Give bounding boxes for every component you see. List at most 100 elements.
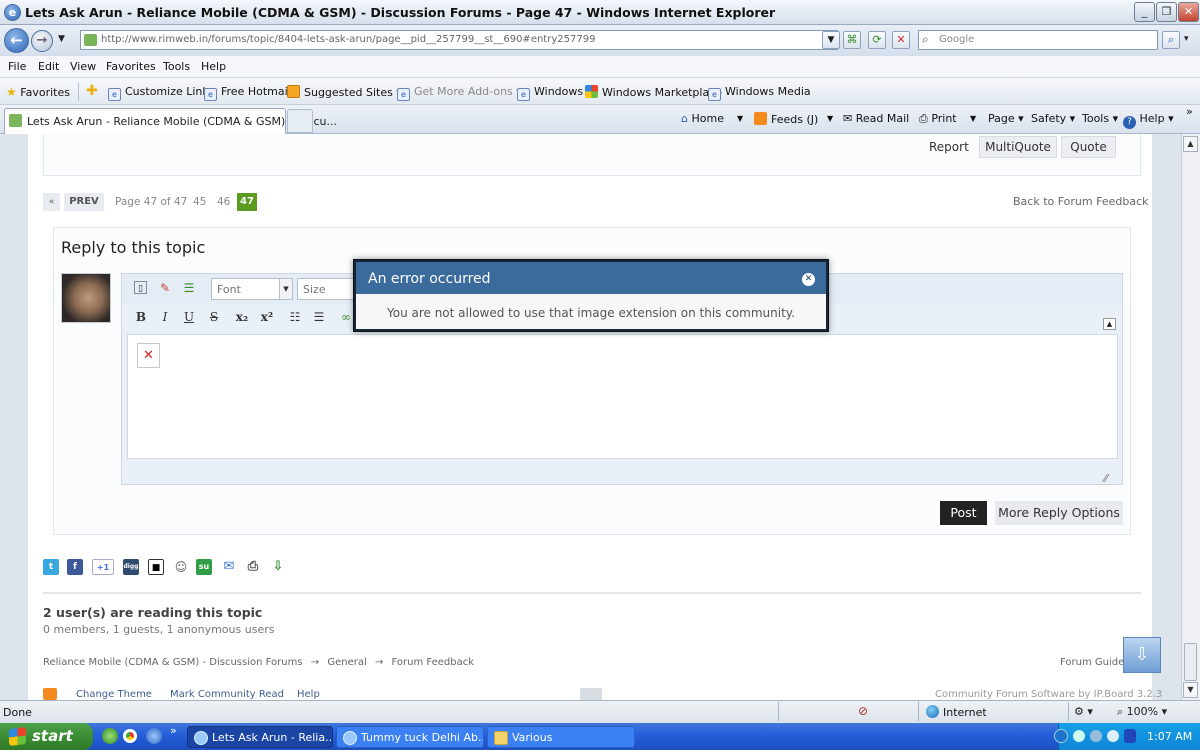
stumbleupon-icon[interactable]: su <box>196 559 212 575</box>
search-input[interactable]: ⌕ Google <box>918 30 1158 50</box>
zoom-level[interactable]: ⌕ 100% ▾ <box>1117 705 1167 719</box>
feeds-dropdown-icon[interactable]: ▼ <box>827 114 833 123</box>
tab-active[interactable]: Lets Ask Arun - Reliance Mobile (CDMA & … <box>4 108 337 134</box>
help-menu-button[interactable]: ? Help ▾ <box>1123 112 1174 129</box>
post-button[interactable]: Post <box>940 501 987 525</box>
fav-windows-media[interactable]: e Windows Media <box>708 85 811 101</box>
history-dropdown-icon[interactable]: ▼ <box>58 34 65 44</box>
resize-handle[interactable]: ⁄⁄ <box>1104 472 1108 485</box>
privacy-icon[interactable]: ⊘ <box>858 704 868 718</box>
breadcrumb-root[interactable]: Reliance Mobile (CDMA & GSM) - Discussio… <box>43 657 303 668</box>
taskbar-item-folder[interactable]: Various <box>487 726 635 748</box>
scrollbar-thumb[interactable] <box>1184 643 1197 681</box>
protected-mode-icon[interactable]: ⚙ ▾ <box>1074 705 1093 718</box>
menu-favorites[interactable]: Favorites <box>106 60 156 73</box>
print-icon[interactable]: ⎙ <box>245 559 261 575</box>
italic-icon[interactable]: I <box>157 309 173 325</box>
home-dropdown-icon[interactable]: ▼ <box>737 114 743 123</box>
taskbar-item-ie[interactable]: Tummy tuck Delhi Ab... <box>336 726 484 748</box>
minimize-button[interactable]: _ <box>1134 2 1155 22</box>
search-icon[interactable]: ⌕ <box>1162 31 1180 49</box>
menu-tools[interactable]: Tools <box>163 60 190 73</box>
vertical-scrollbar[interactable] <box>1181 134 1200 700</box>
page-menu-button[interactable]: Page ▾ <box>988 112 1024 125</box>
back-to-forum-link[interactable]: Back to Forum Feedback <box>1013 195 1149 208</box>
favorites-button[interactable]: ★ Favorites <box>6 85 70 99</box>
underline-icon[interactable]: U <box>181 309 197 325</box>
scroll-down-icon[interactable]: ⇩ <box>1123 637 1161 673</box>
scroll-down-button[interactable]: ▼ <box>1183 682 1198 698</box>
print-dropdown-icon[interactable]: ▼ <box>970 114 976 123</box>
page-link-45[interactable]: 45 <box>193 196 206 208</box>
fav-free-hotmail[interactable]: e Free Hotmail <box>204 85 291 101</box>
refresh-icon[interactable]: ⟳ <box>868 31 886 49</box>
print-button[interactable]: ⎙ Print <box>919 112 957 126</box>
maximize-button[interactable]: ❐ <box>1156 2 1177 22</box>
reply-textarea[interactable] <box>127 334 1118 459</box>
eraser-icon[interactable]: ✎ <box>157 280 173 296</box>
compatibility-icon[interactable]: ⌘ <box>843 31 861 49</box>
page-link-46[interactable]: 46 <box>217 196 230 208</box>
taskbar-item-ie-active[interactable]: Lets Ask Arun - Relia... <box>187 726 333 748</box>
fav-get-addons[interactable]: e Get More Add-ons ▾ <box>397 85 522 101</box>
stop-icon[interactable]: ✕ <box>892 31 910 49</box>
superscript-icon[interactable]: x² <box>259 309 275 325</box>
fav-suggested-sites[interactable]: Suggested Sites ▾ <box>287 85 402 99</box>
delicious-icon[interactable]: ■ <box>148 559 164 575</box>
add-favorite-icon[interactable]: ✚ <box>86 83 98 99</box>
safety-menu-button[interactable]: Safety ▾ <box>1031 112 1075 125</box>
tray-search-icon[interactable] <box>1107 730 1119 742</box>
feeds-button[interactable]: Feeds (J) <box>754 112 818 126</box>
search-options-icon[interactable]: ▾ <box>1184 34 1189 44</box>
address-dropdown-button[interactable]: ▼ <box>822 31 840 49</box>
strikethrough-icon[interactable]: S <box>206 309 222 325</box>
chrome-icon[interactable] <box>123 729 137 743</box>
twitter-icon[interactable]: t <box>43 559 59 575</box>
collapse-toolbar-icon[interactable]: ▲ <box>1103 318 1116 330</box>
help-link[interactable]: Help <box>297 689 320 700</box>
reddit-icon[interactable]: ☺ <box>173 559 189 575</box>
more-reply-options-button[interactable]: More Reply Options <box>995 501 1123 525</box>
source-icon[interactable]: ▯ <box>134 281 147 294</box>
prev-page-button[interactable]: PREV <box>64 193 104 211</box>
close-window-button[interactable]: ✕ <box>1178 2 1199 22</box>
report-link[interactable]: Report <box>929 140 969 154</box>
quicklaunch-icon[interactable] <box>102 728 118 744</box>
numbered-list-icon[interactable]: ☰ <box>311 309 327 325</box>
link-icon[interactable]: ∞ <box>338 309 354 325</box>
new-tab-button[interactable] <box>287 109 313 133</box>
digg-icon[interactable]: digg <box>123 559 139 575</box>
tray-expand-icon[interactable] <box>1054 729 1068 743</box>
bold-icon[interactable]: B <box>133 309 149 325</box>
read-mail-button[interactable]: ✉ Read Mail <box>843 112 909 125</box>
security-zone[interactable]: Internet <box>926 705 987 719</box>
ie-icon[interactable] <box>146 728 162 744</box>
email-icon[interactable]: ✉ <box>221 559 237 575</box>
tools-menu-button[interactable]: Tools ▾ <box>1082 112 1118 125</box>
mark-read-link[interactable]: Mark Community Read <box>170 689 284 700</box>
more-commands-icon[interactable]: » <box>1186 105 1193 118</box>
home-button[interactable]: ⌂ Home <box>681 112 724 125</box>
quote-button[interactable]: Quote <box>1061 136 1116 158</box>
fav-windows[interactable]: e Windows <box>517 85 583 101</box>
menu-view[interactable]: View <box>70 60 96 73</box>
back-button[interactable]: ← <box>4 28 29 53</box>
menu-edit[interactable]: Edit <box>38 60 59 73</box>
size-select[interactable]: Size <box>297 278 357 300</box>
bullet-list-icon[interactable]: ☷ <box>287 309 303 325</box>
change-theme-link[interactable]: Change Theme <box>76 689 152 700</box>
menu-help[interactable]: Help <box>201 60 226 73</box>
menu-file[interactable]: File <box>8 60 26 73</box>
first-page-button[interactable]: « <box>43 193 60 211</box>
back-to-top-button[interactable] <box>580 688 602 700</box>
address-bar[interactable]: http://www.rimweb.in/forums/topic/8404-l… <box>80 30 838 50</box>
scroll-up-button[interactable]: ▲ <box>1183 136 1198 152</box>
facebook-icon[interactable]: f <box>67 559 83 575</box>
close-icon[interactable]: ✕ <box>802 273 815 286</box>
fav-windows-marketplace[interactable]: Windows Marketplace <box>585 85 722 99</box>
rss-icon[interactable] <box>43 688 57 700</box>
font-select[interactable]: Font ▼ <box>211 278 293 300</box>
tray-network-icon[interactable] <box>1073 730 1085 742</box>
quicklaunch-more-icon[interactable]: » <box>170 724 177 737</box>
download-icon[interactable]: ⇩ <box>270 559 286 575</box>
